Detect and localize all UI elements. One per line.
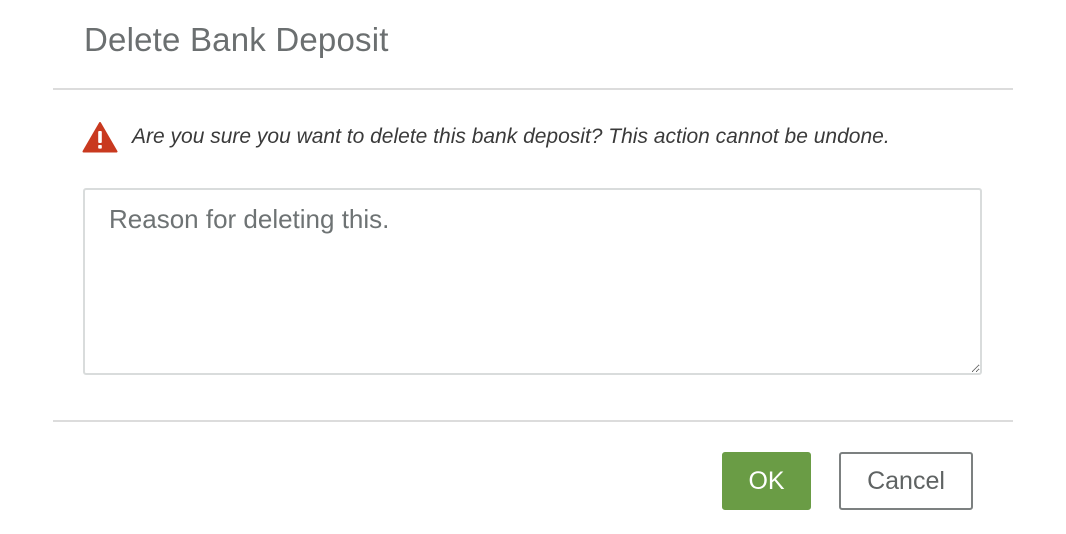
warning-triangle-icon: [82, 122, 118, 153]
delete-bank-deposit-dialog: Delete Bank Deposit Are you sure you wan…: [0, 0, 1066, 534]
warning-message: Are you sure you want to delete this ban…: [82, 118, 890, 156]
footer-divider: [53, 420, 1013, 422]
cancel-button[interactable]: Cancel: [839, 452, 973, 510]
warning-text: Are you sure you want to delete this ban…: [132, 125, 890, 148]
header-divider: [53, 88, 1013, 90]
ok-button[interactable]: OK: [722, 452, 811, 510]
dialog-title: Delete Bank Deposit: [84, 21, 389, 58]
reason-textarea[interactable]: [83, 188, 982, 375]
